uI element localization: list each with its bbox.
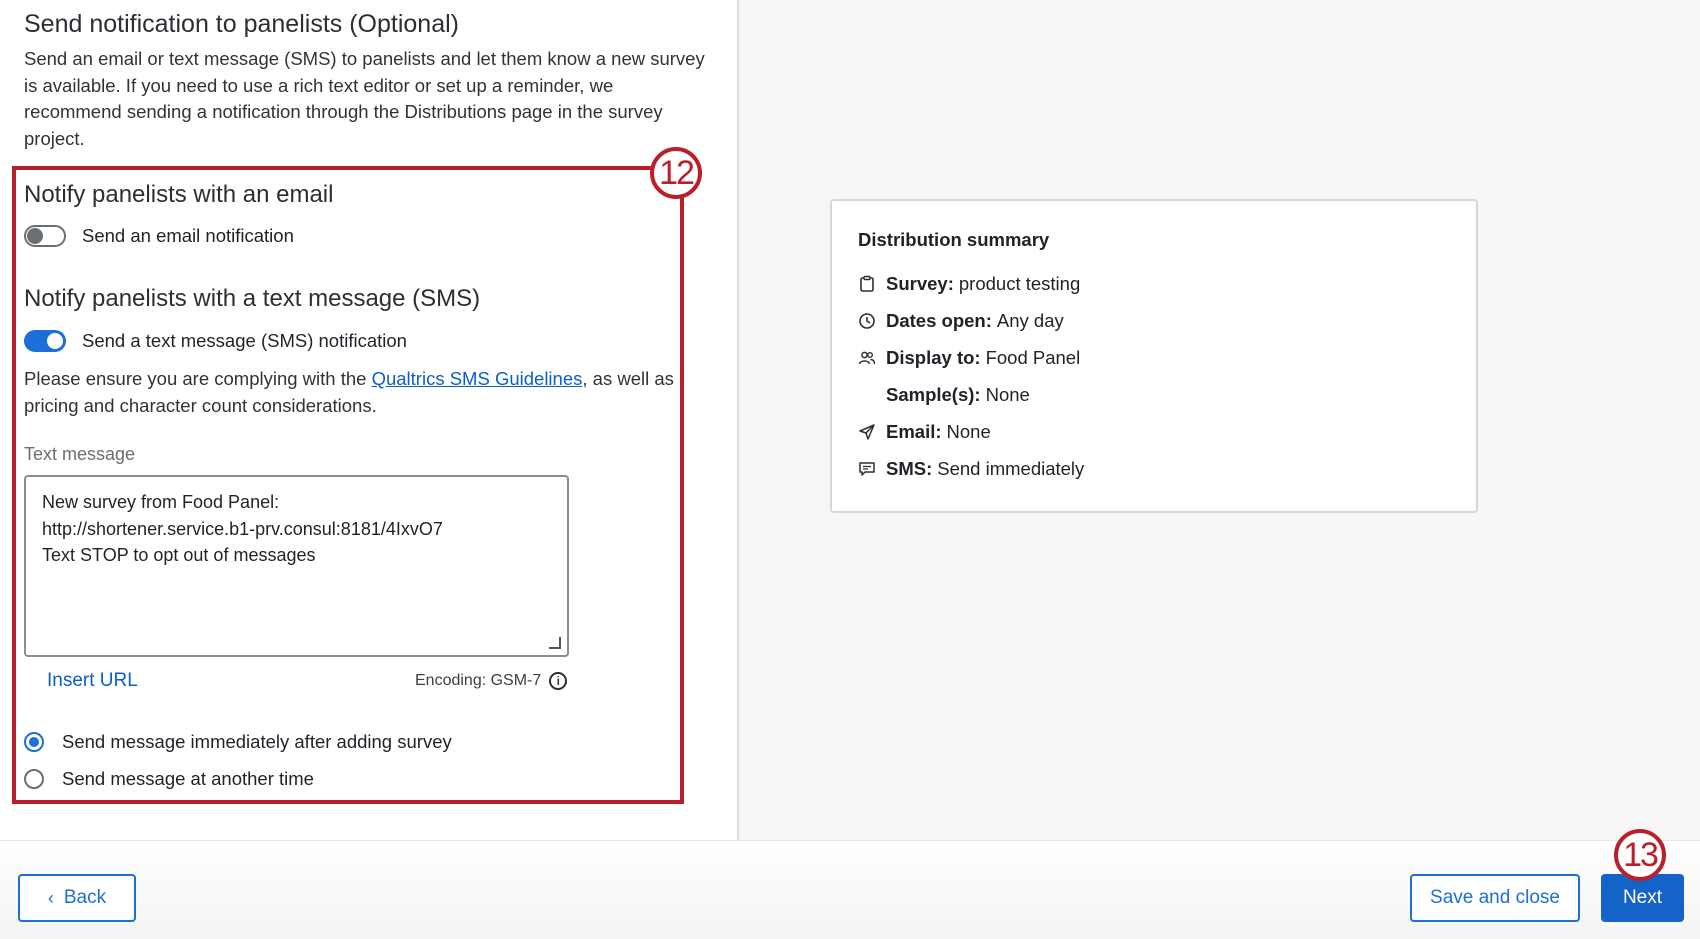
summary-label: Dates open: (886, 310, 992, 331)
radio-button-selected[interactable] (24, 732, 44, 752)
distribution-summary-card: Distribution summary Survey: product tes… (830, 199, 1478, 513)
chevron-left-icon: ‹ (47, 887, 54, 908)
text-message-textarea[interactable]: New survey from Food Panel: http://short… (24, 475, 569, 657)
paper-plane-icon (858, 423, 876, 441)
summary-row-sms: SMS: Send immediately (858, 458, 1084, 480)
summary-row-display: Display to: Food Panel (858, 347, 1080, 369)
encoding-label: Encoding: GSM-7 (415, 672, 542, 689)
summary-label: Display to: (886, 347, 981, 368)
email-section-heading: Notify panelists with an email (24, 181, 334, 208)
summary-row-dates: Dates open: Any day (858, 310, 1064, 332)
summary-value: Any day (996, 310, 1064, 331)
insert-url-link[interactable]: Insert URL (47, 670, 138, 692)
summary-value: Food Panel (985, 347, 1081, 368)
email-toggle-row: Send an email notification (24, 225, 294, 247)
summary-value: None (985, 384, 1030, 405)
radio-button[interactable] (24, 769, 44, 789)
summary-row-email: Email: None (858, 421, 991, 443)
summary-label: Email: (886, 421, 942, 442)
timing-option-label: Send message immediately after adding su… (62, 731, 452, 752)
step-number-badge: 12 (650, 147, 702, 199)
summary-value: None (946, 421, 991, 442)
next-button[interactable]: Next (1601, 874, 1684, 922)
timing-option-later[interactable]: Send message at another time (24, 768, 314, 790)
timing-option-label: Send message at another time (62, 768, 314, 789)
summary-value: product testing (958, 273, 1081, 294)
resize-handle-icon[interactable] (549, 637, 561, 649)
toggle-knob (47, 333, 63, 349)
step-number-badge: 13 (1614, 829, 1666, 881)
message-line: New survey from Food Panel: (42, 492, 280, 512)
summary-label: Survey: (886, 273, 954, 294)
back-button-label: Back (63, 887, 107, 908)
notification-title: Send notification to panelists (Optional… (24, 10, 459, 38)
message-icon (858, 460, 876, 478)
save-and-close-button[interactable]: Save and close (1410, 874, 1580, 922)
text-message-label: Text message (24, 444, 136, 464)
timing-option-immediate[interactable]: Send message immediately after adding su… (24, 731, 452, 753)
sms-notification-toggle[interactable] (24, 330, 66, 352)
encoding-indicator: Encoding: GSM-7 i (415, 672, 568, 690)
people-icon (858, 349, 876, 367)
back-button[interactable]: ‹ Back (18, 874, 136, 922)
notification-description: Send an email or text message (SMS) to p… (24, 48, 705, 149)
summary-label: Sample(s): (886, 384, 981, 405)
summary-label: SMS: (886, 458, 933, 479)
clock-icon (858, 312, 876, 330)
blank-icon-space (858, 386, 876, 404)
message-line: Text STOP to opt out of messages (42, 545, 316, 565)
clipboard-icon (858, 275, 876, 293)
summary-value: Send immediately (937, 458, 1085, 479)
toggle-knob (27, 228, 43, 244)
message-line: http://shortener.service.b1-prv.consul:8… (42, 518, 443, 539)
compliance-prefix: Please ensure you are complying with the (24, 368, 372, 389)
summary-title: Distribution summary (858, 229, 1050, 250)
email-notification-toggle[interactable] (24, 225, 66, 247)
sms-guidelines-link[interactable]: Qualtrics SMS Guidelines (372, 368, 583, 389)
info-icon[interactable]: i (549, 672, 568, 690)
email-toggle-label: Send an email notification (82, 225, 294, 246)
sms-section-heading: Notify panelists with a text message (SM… (24, 285, 481, 312)
sms-compliance-note: Please ensure you are complying with the… (24, 366, 684, 419)
summary-row-survey: Survey: product testing (858, 273, 1080, 295)
sms-toggle-row: Send a text message (SMS) notification (24, 330, 407, 352)
summary-row-samples: Sample(s): None (858, 384, 1030, 406)
sms-toggle-label: Send a text message (SMS) notification (82, 330, 407, 351)
